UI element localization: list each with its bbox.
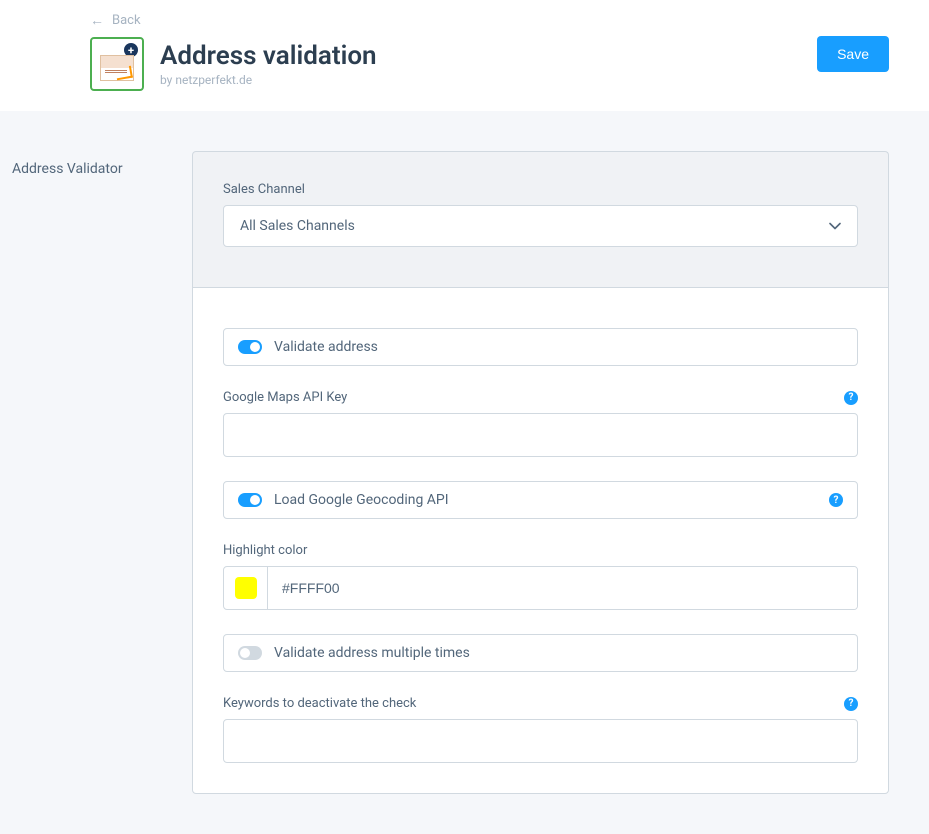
back-label: Back bbox=[112, 13, 141, 28]
keywords-label: Keywords to deactivate the check bbox=[223, 696, 416, 711]
api-key-input[interactable] bbox=[223, 413, 858, 457]
validate-address-label: Validate address bbox=[274, 339, 378, 355]
validate-multiple-row: Validate address multiple times bbox=[223, 634, 858, 672]
sidebar-section-label: Address Validator bbox=[12, 161, 162, 177]
validate-address-toggle[interactable] bbox=[238, 340, 262, 354]
validate-address-row: Validate address bbox=[223, 328, 858, 366]
app-icon: + bbox=[90, 37, 144, 91]
highlight-color-label: Highlight color bbox=[223, 543, 858, 558]
api-key-label: Google Maps API Key bbox=[223, 390, 347, 405]
validate-multiple-label: Validate address multiple times bbox=[274, 645, 470, 661]
keywords-input[interactable] bbox=[223, 719, 858, 763]
sales-channel-select[interactable]: All Sales Channels bbox=[223, 205, 858, 247]
chevron-down-icon bbox=[829, 219, 841, 233]
back-arrow-icon: ← bbox=[90, 12, 104, 29]
help-icon[interactable]: ? bbox=[844, 697, 858, 711]
save-button[interactable]: Save bbox=[817, 36, 889, 72]
validate-multiple-toggle[interactable] bbox=[238, 646, 262, 660]
load-geocoding-toggle[interactable] bbox=[238, 493, 262, 507]
help-icon[interactable]: ? bbox=[829, 493, 843, 507]
highlight-color-input[interactable] bbox=[268, 567, 857, 609]
settings-section: Validate address Google Maps API Key ? L… bbox=[192, 287, 889, 794]
page-title: Address validation bbox=[160, 41, 377, 72]
load-geocoding-row: Load Google Geocoding API ? bbox=[223, 481, 858, 519]
color-swatch-button[interactable] bbox=[224, 567, 268, 609]
page-subtitle: by netzperfekt.de bbox=[160, 73, 377, 87]
sales-channel-section: Sales Channel All Sales Channels bbox=[192, 151, 889, 287]
sales-channel-label: Sales Channel bbox=[223, 182, 858, 197]
color-swatch bbox=[235, 577, 257, 599]
back-link[interactable]: ← Back bbox=[90, 12, 377, 29]
help-icon[interactable]: ? bbox=[844, 391, 858, 405]
sales-channel-value: All Sales Channels bbox=[240, 218, 355, 234]
load-geocoding-label: Load Google Geocoding API bbox=[274, 492, 449, 508]
